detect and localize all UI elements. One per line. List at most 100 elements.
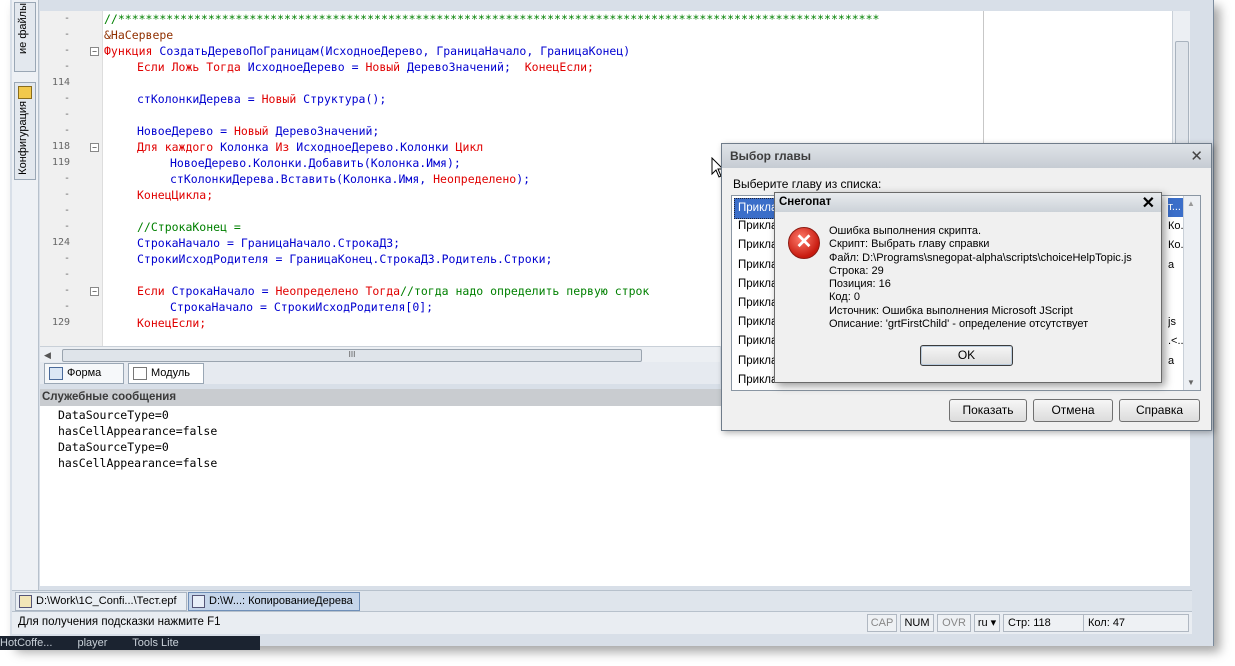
tab-module-label: Модуль [151, 367, 190, 379]
line-number: - [63, 61, 70, 72]
code-token: НовоеДерево = [137, 124, 234, 138]
show-button[interactable]: Показать [949, 399, 1027, 422]
window-tabs: D:\Work\1C_Confi...\Тест.epf D:\W...: Ко… [12, 590, 1192, 611]
code-line: &НаСервере [104, 27, 173, 43]
code-token: стКолонкиДерева.Вставить(Колонка.Имя, [170, 172, 434, 186]
code-line: стКолонкиДерева = Новый Структура(); [137, 91, 386, 107]
fold-toggle-icon[interactable]: − [90, 143, 99, 152]
code-line: Для каждого Колонка Из ИсходноеДерево.Ко… [137, 139, 483, 155]
code-line: СтрокаНачало = СтрокиИсходРодителя[0]; [170, 299, 433, 315]
side-panel: ие файлы Конфигурация [12, 0, 39, 590]
code-token: ДеревоЗначений; [275, 124, 380, 138]
code-token: ИсходноеДерево = [247, 60, 366, 74]
list-item[interactable]: Прикла [738, 294, 778, 313]
cancel-button[interactable]: Отмена [1033, 399, 1113, 422]
error-line: Скрипт: Выбрать главу справки [829, 238, 990, 251]
sidebar-tab-config[interactable]: Конфигурация [14, 82, 36, 180]
module-window-icon [192, 595, 205, 608]
list-item[interactable]: Прикла [738, 256, 778, 275]
list-item[interactable]: Прикла [738, 352, 778, 371]
scroll-left-arrow-icon[interactable]: ◀ [44, 350, 51, 361]
code-token: СтрокаНачало = СтрокиИсходРодителя[0]; [170, 300, 434, 314]
code-token: КонецЕсли; [137, 316, 207, 330]
column-indicator: Кол: 47 [1083, 614, 1189, 632]
scroll-thumb[interactable]: III [62, 349, 642, 362]
code-token: КонецЕсли; [524, 60, 594, 74]
error-line: Позиция: 16 [829, 278, 891, 291]
sidebar-tab-files[interactable]: ие файлы [14, 2, 36, 72]
error-line: Строка: 29 [829, 264, 884, 277]
line-number: 114 [51, 77, 70, 88]
list-item[interactable]: Прикла [738, 275, 778, 294]
tab-module[interactable]: Модуль [128, 363, 204, 384]
help-button[interactable]: Справка [1119, 399, 1200, 422]
close-icon[interactable]: ✕ [1142, 193, 1155, 213]
code-token: Если Ложь Тогда [137, 60, 248, 74]
chooser-prompt: Выберите главу из списка: [733, 177, 882, 191]
code-token: Новый [233, 124, 276, 138]
list-item[interactable]: Прикла [738, 332, 778, 351]
line-number: - [63, 13, 70, 24]
list-scrollbar[interactable]: ▲ ▼ [1183, 196, 1200, 390]
sidebar-tab-config-label: Конфигурация [17, 101, 29, 175]
error-line: Описание: 'grtFirstChild' - определение … [829, 318, 1089, 331]
dialog-title: Выбор главы [722, 144, 1211, 168]
code-token: Колонка [220, 140, 276, 154]
message-line: hasCellAppearance=false [58, 456, 218, 470]
line-number: - [63, 205, 70, 216]
editor-tabs: Форма Модуль [40, 362, 720, 384]
editor-horizontal-scrollbar[interactable]: ◀ III [40, 346, 720, 363]
code-token: стКолонкиДерева = [137, 92, 262, 106]
line-number: - [63, 269, 70, 280]
tab-form-label: Форма [67, 367, 102, 379]
line-number: 118 [51, 141, 70, 152]
line-gutter: - - - − - 114 - - - 118 − 119 - - - - 124 - - - − - 129 [40, 11, 103, 346]
taskbar-item[interactable]: HotCoffe... [0, 637, 52, 649]
status-bar: Для получения подсказки нажмите F1 CAP N… [12, 611, 1192, 634]
line-number: - [63, 221, 70, 232]
language-selector[interactable]: ru ▾ [974, 614, 1000, 632]
line-number: 129 [51, 317, 70, 328]
scroll-up-icon[interactable]: ▲ [1187, 199, 1195, 208]
line-number: - [63, 45, 70, 56]
list-item[interactable]: Прикла [738, 217, 778, 236]
message-line: hasCellAppearance=false [58, 424, 218, 438]
scroll-down-icon[interactable]: ▼ [1187, 378, 1195, 387]
fold-toggle-icon[interactable]: − [90, 287, 99, 296]
code-line: Если СтрокаНачало = Неопределено Тогда//… [137, 283, 649, 299]
list-item[interactable]: Прикла [738, 236, 778, 255]
taskbar-item[interactable]: player [77, 637, 107, 649]
list-item[interactable]: Прикла [738, 371, 778, 390]
error-line: Ошибка выполнения скрипта. [829, 225, 982, 237]
row-indicator: Стр: 118 [1003, 614, 1085, 632]
error-details: Ошибка выполнения скрипта. Скрипт: Выбра… [829, 225, 1132, 331]
code-token: Структура(); [303, 92, 387, 106]
code-token: Неопределено [433, 172, 517, 186]
fold-toggle-icon[interactable]: − [90, 47, 99, 56]
code-token: ); [516, 172, 531, 186]
code-token: &НаСервере [104, 28, 174, 42]
code-line: стКолонкиДерева.Вставить(Колонка.Имя, Не… [170, 171, 530, 187]
messages-header: Служебные сообщения [40, 389, 724, 406]
code-line: НовоеДерево = Новый ДеревоЗначений; [137, 123, 379, 139]
code-token: ИсходноеДерево.Колонки [296, 140, 456, 154]
ok-button[interactable]: OK [920, 345, 1013, 366]
line-number: - [63, 189, 70, 200]
config-icon [18, 86, 32, 99]
code-token: Новый [261, 92, 304, 106]
status-hint: Для получения подсказки нажмите F1 [18, 616, 221, 628]
tab-form[interactable]: Форма [44, 363, 124, 384]
line-number: - [63, 173, 70, 184]
code-token: Новый [365, 60, 408, 74]
line-number: - [63, 285, 70, 296]
list-item[interactable]: Прикла [738, 313, 778, 332]
code-line: //СтрокаКонец = [137, 219, 241, 235]
line-number: 124 [51, 237, 70, 248]
error-line: Источник: Ошибка выполнения Microsoft JS… [829, 304, 1073, 317]
code-token: НовоеДерево.Колонки.Добавить(Колонка.Имя… [170, 156, 461, 170]
window-tab-copy-tree[interactable]: D:\W...: КопированиеДерева [188, 592, 360, 611]
window-tab-test-epf[interactable]: D:\Work\1C_Confi...\Тест.epf [15, 592, 187, 611]
line-number: - [63, 109, 70, 120]
taskbar-item[interactable]: Tools Lite [132, 637, 178, 649]
close-icon[interactable]: ✕ [1190, 147, 1203, 165]
